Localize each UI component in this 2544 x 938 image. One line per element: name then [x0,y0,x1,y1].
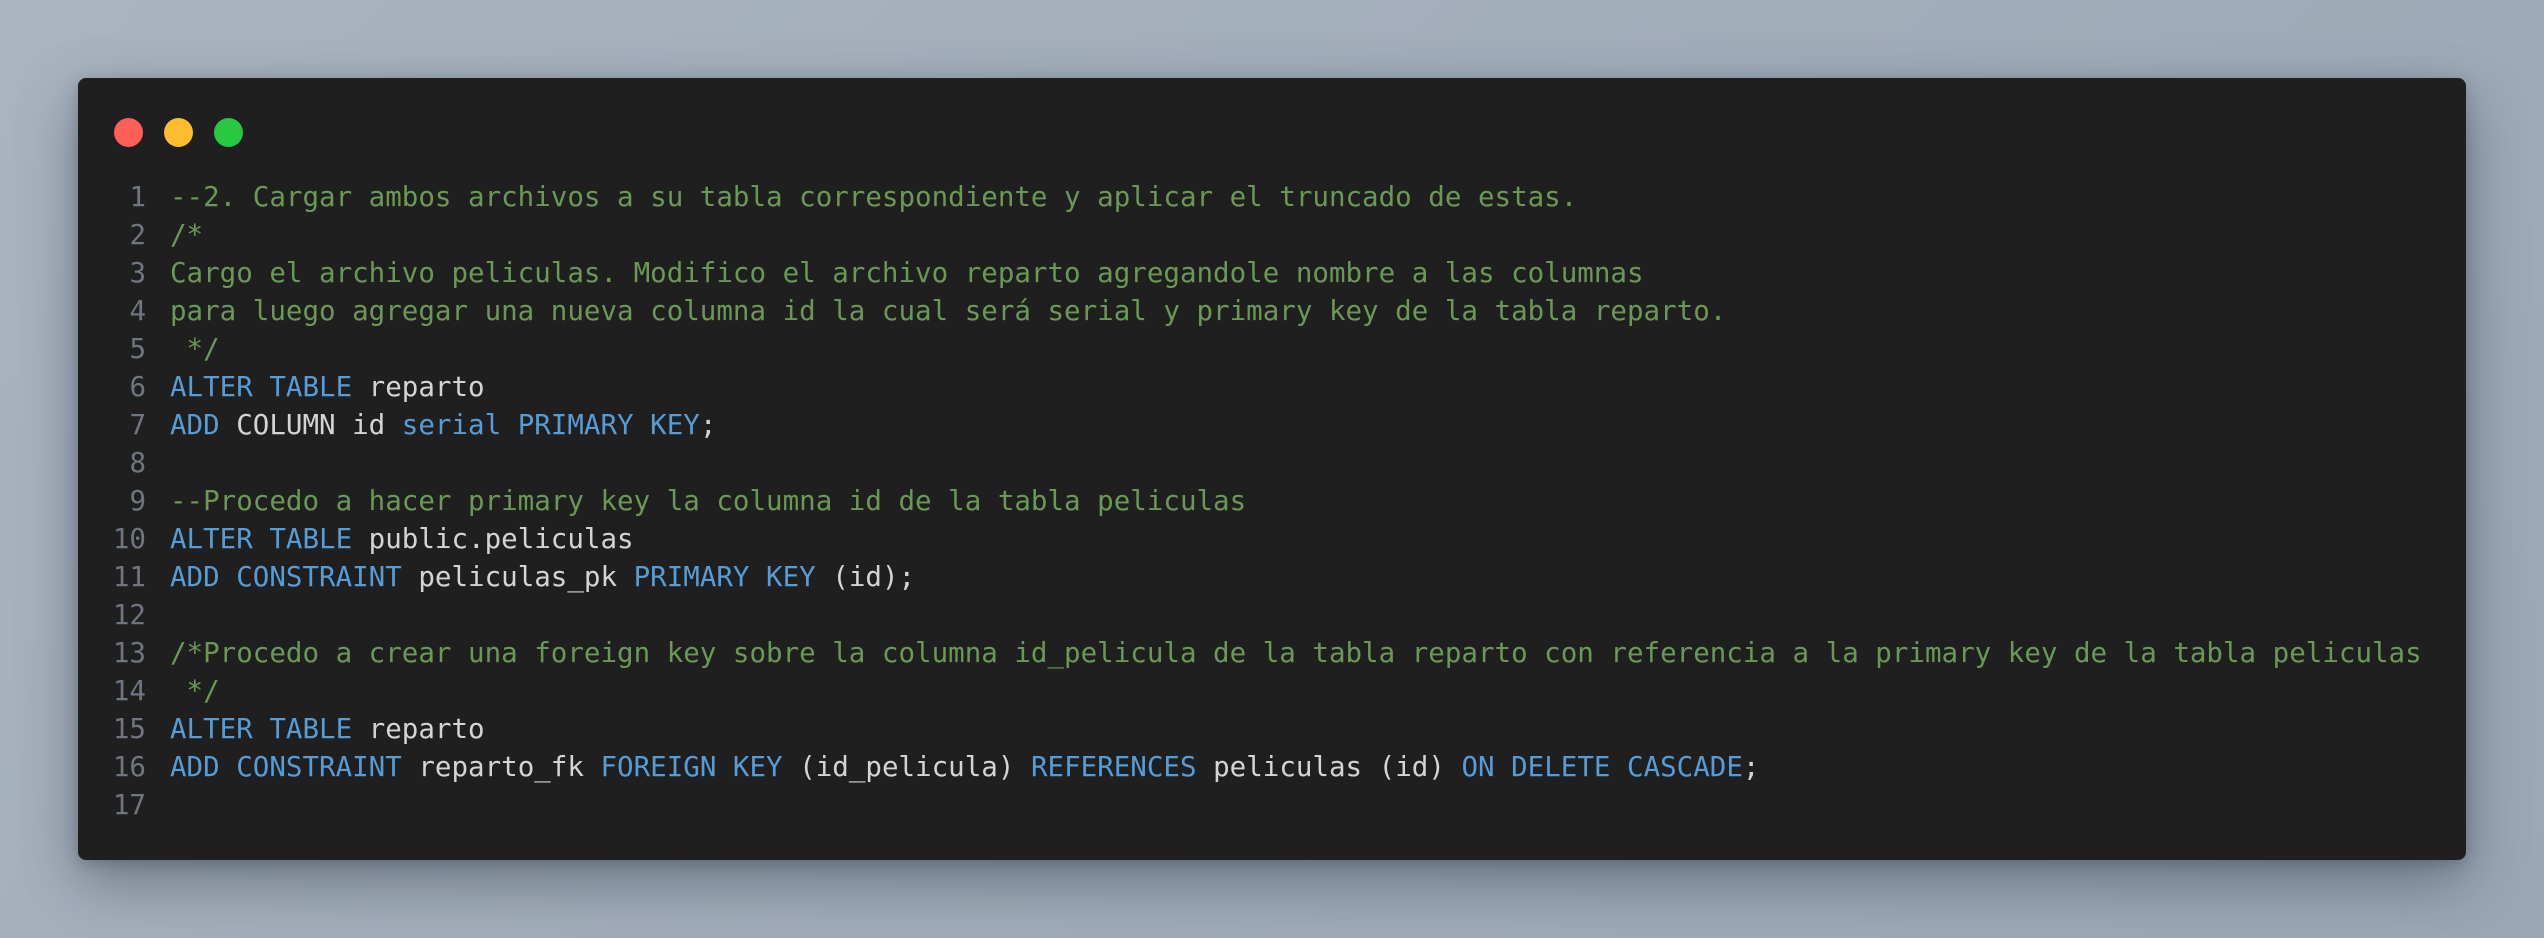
line-number: 3 [129,257,146,289]
code-token: reparto_fk [401,751,601,783]
comment-token: */ [170,675,220,707]
code-token: (id_pelicula) [782,751,1031,783]
code-line: 3 Cargo el archivo peliculas. Modifico el… [78,254,2422,292]
code-line: 4 para luego agregar una nueva columna id… [78,292,2422,330]
minimize-button[interactable] [164,118,193,147]
code-line: 2 /* [78,216,2422,254]
close-button[interactable] [114,118,143,147]
code-token: public.peliculas [352,523,634,555]
line-number: 4 [129,295,146,327]
code-line: 15 ALTER TABLE reparto [78,710,2422,748]
line-number: 1 [129,181,146,213]
line-content[interactable] [146,596,170,634]
code-line: 7 ADD COLUMN id serial PRIMARY KEY; [78,406,2422,444]
comment-token: --Procedo a hacer primary key la columna… [170,485,1247,517]
code-line: 1 --2. Cargar ambos archivos a su tabla c… [78,178,2422,216]
code-token: reparto [352,371,485,403]
line-number: 14 [112,675,146,707]
code-line: 16 ADD CONSTRAINT reparto_fk FOREIGN KEY … [78,748,2422,786]
code-line: 10 ALTER TABLE public.peliculas [78,520,2422,558]
window-controls [114,118,243,147]
line-content[interactable]: para luego agregar una nueva columna id … [146,292,1726,330]
keyword-token: ALTER TABLE [170,371,353,403]
maximize-button[interactable] [214,118,243,147]
keyword-token: ADD [170,409,220,441]
line-content[interactable]: ALTER TABLE public.peliculas [146,520,634,558]
line-number: 10 [112,523,146,555]
line-number: 6 [129,371,146,403]
code-token: COLUMN id [219,409,402,441]
comment-token: --2. Cargar ambos archivos a su tabla co… [170,181,1578,213]
line-content[interactable]: /*Procedo a crear una foreign key sobre … [146,634,2422,672]
code-token: (id); [815,561,916,593]
keyword-token: ALTER TABLE [170,713,353,745]
line-content[interactable]: ALTER TABLE reparto [146,368,485,406]
line-content[interactable]: --2. Cargar ambos archivos a su tabla co… [146,178,1577,216]
keyword-token: ADD CONSTRAINT [170,561,402,593]
code-window: 1 --2. Cargar ambos archivos a su tabla c… [78,78,2466,860]
code-line: 14 */ [78,672,2422,710]
line-content[interactable]: */ [146,672,220,710]
code-line: 17 [78,786,2422,824]
comment-token: para luego agregar una nueva columna id … [170,295,1727,327]
line-number: 13 [112,637,146,669]
code-line: 6 ALTER TABLE reparto [78,368,2422,406]
keyword-token: PRIMARY KEY [633,561,816,593]
keyword-token: ON DELETE CASCADE [1461,751,1743,783]
code-editor: 1 --2. Cargar ambos archivos a su tabla c… [78,178,2422,824]
comment-token: /* [170,219,204,251]
code-line: 13 /*Procedo a crear una foreign key sobr… [78,634,2422,672]
comment-token: */ [170,333,220,365]
code-token: reparto [352,713,485,745]
line-content[interactable] [146,786,170,824]
code-token: peliculas_pk [401,561,634,593]
line-content[interactable]: /* [146,216,203,254]
keyword-token: ADD CONSTRAINT [170,751,402,783]
code-line: 8 [78,444,2422,482]
line-content[interactable]: ALTER TABLE reparto [146,710,485,748]
line-number: 15 [112,713,146,745]
code-line: 5 */ [78,330,2422,368]
keyword-token: serial PRIMARY KEY [401,409,700,441]
line-content[interactable] [146,444,170,482]
code-line: 11 ADD CONSTRAINT peliculas_pk PRIMARY KE… [78,558,2422,596]
line-content[interactable]: --Procedo a hacer primary key la columna… [146,482,1246,520]
code-token: ; [699,409,717,441]
line-content[interactable]: ADD COLUMN id serial PRIMARY KEY; [146,406,716,444]
line-number: 8 [129,447,146,479]
line-content[interactable]: ADD CONSTRAINT peliculas_pk PRIMARY KEY … [146,558,915,596]
code-line: 12 [78,596,2422,634]
code-token: peliculas (id) [1196,751,1462,783]
code-token: ; [1742,751,1760,783]
line-number: 11 [112,561,146,593]
line-content[interactable]: Cargo el archivo peliculas. Modifico el … [146,254,1644,292]
keyword-token: ALTER TABLE [170,523,353,555]
line-number: 2 [129,219,146,251]
comment-token: Cargo el archivo peliculas. Modifico el … [170,257,1644,289]
line-number: 5 [129,333,146,365]
code-line: 9 --Procedo a hacer primary key la column… [78,482,2422,520]
keyword-token: REFERENCES [1030,751,1197,783]
line-number: 17 [112,789,146,821]
line-number: 9 [129,485,146,517]
line-content[interactable]: */ [146,330,220,368]
line-number: 12 [112,599,146,631]
line-number: 7 [129,409,146,441]
line-number: 16 [112,751,146,783]
line-content[interactable]: ADD CONSTRAINT reparto_fk FOREIGN KEY (i… [146,748,1759,786]
keyword-token: FOREIGN KEY [600,751,783,783]
comment-token: /*Procedo a crear una foreign key sobre … [170,637,2422,669]
